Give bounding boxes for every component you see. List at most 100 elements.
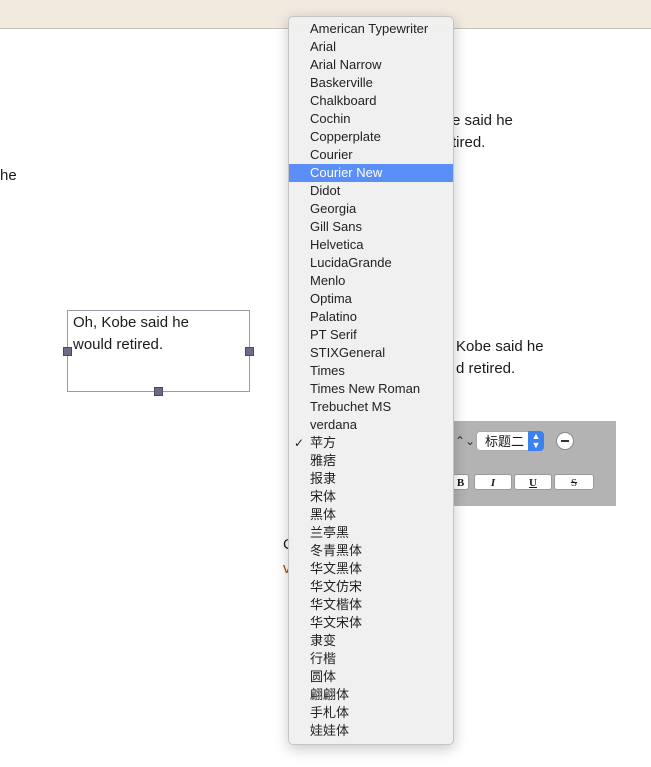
resize-handle-right[interactable] <box>245 347 254 356</box>
font-menu-item-label: 华文黑体 <box>310 561 363 576</box>
font-menu-item-label: STIXGeneral <box>310 345 386 360</box>
font-menu-item[interactable]: PT Serif <box>289 326 453 344</box>
font-menu-item-label: Gill Sans <box>310 219 363 234</box>
font-menu-item-label: 苹方 <box>310 435 337 450</box>
font-menu-item-label: Menlo <box>310 273 346 288</box>
font-menu-item-label: Courier New <box>310 165 383 180</box>
font-menu-item-label: Palatino <box>310 309 357 324</box>
font-menu-item[interactable]: Optima <box>289 290 453 308</box>
font-menu-item-label: Copperplate <box>310 129 381 144</box>
font-menu-item-label: Optima <box>310 291 352 306</box>
font-menu-item[interactable]: Menlo <box>289 272 453 290</box>
text-line: d retired. <box>456 360 516 377</box>
font-menu-item-label: 宋体 <box>310 489 337 504</box>
selected-text-box[interactable]: Oh, Kobe said he would retired. <box>63 310 254 396</box>
font-menu-item[interactable]: Baskerville <box>289 74 453 92</box>
font-menu-item[interactable]: Copperplate <box>289 128 453 146</box>
underline-button[interactable]: U <box>514 474 552 490</box>
font-menu-item-label: 兰亭黑 <box>310 525 350 540</box>
font-menu-item[interactable]: Times New Roman <box>289 380 453 398</box>
heading-style-select[interactable]: 标题二 ▲ ▼ <box>476 431 544 451</box>
minus-circle-button[interactable] <box>556 432 574 450</box>
font-menu-item[interactable]: Courier <box>289 146 453 164</box>
font-menu-item-label: Times New Roman <box>310 381 421 396</box>
strikethrough-button[interactable]: S <box>554 474 594 490</box>
font-menu-item[interactable]: 兰亭黑 <box>289 524 453 542</box>
font-menu-item-label: Courier <box>310 147 353 162</box>
font-menu-item-label: Cochin <box>310 111 351 126</box>
font-menu-item[interactable]: 报隶 <box>289 470 453 488</box>
format-toolbar-panel: ⌃⌄ 标题二 ▲ ▼ B I U S <box>452 421 616 506</box>
font-menu-item[interactable]: LucidaGrande <box>289 254 453 272</box>
text-line: would retired. <box>73 336 164 353</box>
font-menu-item[interactable]: Times <box>289 362 453 380</box>
font-menu-item[interactable]: Georgia <box>289 200 453 218</box>
font-menu-item[interactable]: Arial Narrow <box>289 56 453 74</box>
font-menu-item-label: 黑体 <box>310 507 337 522</box>
font-menu-item[interactable]: verdana <box>289 416 453 434</box>
font-menu-item-label: 华文仿宋 <box>310 579 363 594</box>
font-menu-item-label: Didot <box>310 183 341 198</box>
font-menu-item[interactable]: STIXGeneral <box>289 344 453 362</box>
font-menu-item-label: 翩翩体 <box>310 687 350 702</box>
bold-button[interactable]: B <box>452 474 469 490</box>
font-menu-item[interactable]: Palatino <box>289 308 453 326</box>
font-menu-item-label: 华文楷体 <box>310 597 363 612</box>
text-line: Kobe said he <box>456 338 544 355</box>
font-dropdown-menu[interactable]: American Typewriter Arial Arial Narrow Bask… <box>288 16 454 745</box>
heading-style-value: 标题二 <box>485 434 525 449</box>
font-menu-item[interactable]: 隶变 <box>289 632 453 650</box>
chevron-updown-icon[interactable]: ▲ ▼ <box>528 431 544 451</box>
font-menu-item[interactable]: American Typewriter <box>289 20 453 38</box>
text-line: Oh, Kobe said he <box>73 314 189 331</box>
font-menu-item[interactable]: 手札体 <box>289 704 453 722</box>
font-menu-item[interactable]: ✓ 苹方 <box>289 434 453 452</box>
font-menu-item-label: 圆体 <box>310 669 337 684</box>
font-menu-item[interactable]: 娃娃体 <box>289 722 453 740</box>
font-menu-item-label: Helvetica <box>310 237 364 252</box>
font-menu-item[interactable]: Trebuchet MS <box>289 398 453 416</box>
font-menu-item[interactable]: 行楷 <box>289 650 453 668</box>
font-menu-item[interactable]: 黑体 <box>289 506 453 524</box>
font-menu-item[interactable]: Cochin <box>289 110 453 128</box>
font-menu-item[interactable]: 雅痞 <box>289 452 453 470</box>
resize-handle-left[interactable] <box>63 347 72 356</box>
font-menu-item[interactable]: 华文仿宋 <box>289 578 453 596</box>
text-fragment-left: he <box>0 167 17 184</box>
font-menu-item-label: 报隶 <box>310 471 337 486</box>
font-menu-item[interactable]: 圆体 <box>289 668 453 686</box>
font-menu-item[interactable]: 华文楷体 <box>289 596 453 614</box>
font-menu-item[interactable]: Arial <box>289 38 453 56</box>
text-box-content[interactable]: Oh, Kobe said he would retired. <box>73 312 189 356</box>
font-menu-item-label: 华文宋体 <box>310 615 363 630</box>
checkmark-icon: ✓ <box>294 436 305 450</box>
font-menu-item[interactable]: Helvetica <box>289 236 453 254</box>
resize-handle-bottom[interactable] <box>154 387 163 396</box>
font-menu-item-label: American Typewriter <box>310 21 429 36</box>
font-menu-item[interactable]: 翩翩体 <box>289 686 453 704</box>
font-menu-item-label: Georgia <box>310 201 357 216</box>
text-line: tired. <box>452 134 486 151</box>
font-menu-item-label: 娃娃体 <box>310 723 350 738</box>
font-menu-item-label: Baskerville <box>310 75 373 90</box>
font-menu-item-label: 隶变 <box>310 633 337 648</box>
text-block-right-lower: Kobe said he d retired. <box>456 336 544 380</box>
font-menu-item-label: verdana <box>310 417 357 432</box>
text-block-right-upper: e said he tired. <box>452 110 513 154</box>
font-menu-item-label: Arial <box>310 39 337 54</box>
font-menu-item-label: 手札体 <box>310 705 350 720</box>
font-menu-item[interactable]: Gill Sans <box>289 218 453 236</box>
font-menu-item[interactable]: 华文宋体 <box>289 614 453 632</box>
font-menu-item-label: PT Serif <box>310 327 357 342</box>
font-menu-item-label: Arial Narrow <box>310 57 382 72</box>
font-menu-item[interactable]: 宋体 <box>289 488 453 506</box>
stepper-chevron-icon[interactable]: ⌃⌄ <box>455 434 475 448</box>
font-menu-item-label: 行楷 <box>310 651 337 666</box>
font-menu-item-label: Trebuchet MS <box>310 399 392 414</box>
italic-button[interactable]: I <box>474 474 512 490</box>
font-menu-item[interactable]: Courier New <box>289 164 453 182</box>
font-menu-item[interactable]: 华文黑体 <box>289 560 453 578</box>
font-menu-item[interactable]: Didot <box>289 182 453 200</box>
font-menu-item[interactable]: 冬青黑体 <box>289 542 453 560</box>
font-menu-item[interactable]: Chalkboard <box>289 92 453 110</box>
